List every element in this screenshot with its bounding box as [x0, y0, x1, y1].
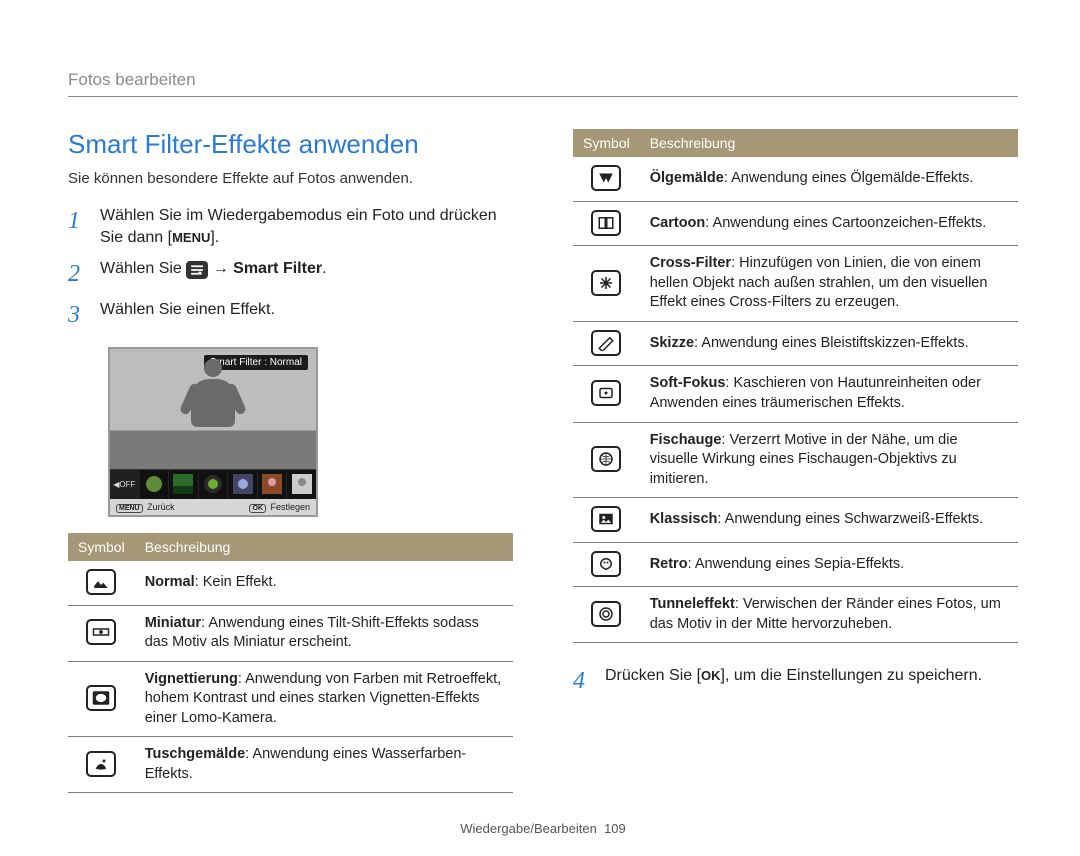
- step-number: 2: [68, 258, 86, 292]
- table-row: Tuschgemälde: Anwendung eines Wasserfarb…: [68, 737, 513, 793]
- filter-oilpainting-icon: [591, 165, 621, 191]
- step-list: 1 Wählen Sie im Wiedergabemodus ein Foto…: [68, 205, 513, 333]
- effects-table-left: Symbol Beschreibung Normal: Kein Effekt.…: [68, 533, 513, 794]
- filter-tunnel-icon: [591, 601, 621, 627]
- filter-sketch-icon: [591, 330, 621, 356]
- step-number: 4: [573, 665, 591, 699]
- filter-thumb[interactable]: [140, 470, 170, 499]
- menu-button-label: MENU: [172, 229, 210, 247]
- back-label[interactable]: Zurück: [147, 502, 175, 512]
- table-row: Retro: Anwendung eines Sepia-Effekts.: [573, 542, 1018, 587]
- edit-menu-icon: [186, 261, 208, 279]
- filter-thumb[interactable]: [199, 470, 229, 499]
- filter-crossfilter-icon: [591, 270, 621, 296]
- th-symbol: Symbol: [68, 533, 135, 561]
- step-3-text: Wählen Sie einen Effekt.: [100, 299, 513, 333]
- step-2-text: Wählen Sie → Smart Filter.: [100, 258, 513, 292]
- left-column: Smart Filter-Effekte anwenden Sie können…: [68, 129, 513, 793]
- step-list-right: 4 Drücken Sie [OK], um die Einstellungen…: [573, 665, 1018, 699]
- ok-button-label: OK: [701, 667, 721, 685]
- filter-inkpainting-icon: [86, 751, 116, 777]
- table-row: Ölgemälde: Anwendung eines Ölgemälde-Eff…: [573, 157, 1018, 201]
- filter-cartoon-icon: [591, 210, 621, 236]
- filter-softfocus-icon: [591, 380, 621, 406]
- step-number: 3: [68, 299, 86, 333]
- page-footer: Wiedergabe/Bearbeiten 109: [68, 821, 1018, 836]
- table-row: Skizze: Anwendung eines Bleistiftskizzen…: [573, 321, 1018, 366]
- step-1-text: Wählen Sie im Wiedergabemodus ein Foto u…: [100, 205, 513, 250]
- filter-thumb[interactable]: [228, 470, 258, 499]
- step-4-text: Drücken Sie [OK], um die Einstellungen z…: [605, 665, 1018, 699]
- th-desc: Beschreibung: [135, 533, 513, 561]
- ok-pill-icon: OK: [249, 504, 266, 513]
- breadcrumb: Fotos bearbeiten: [68, 70, 1018, 97]
- page-title: Smart Filter-Effekte anwenden: [68, 129, 513, 160]
- filter-retro-icon: [591, 551, 621, 577]
- filter-normal-icon: [86, 569, 116, 595]
- preview-bottom-bar: MENU Zurück OK Festlegen: [110, 499, 316, 515]
- filter-thumb[interactable]: [258, 470, 288, 499]
- table-row: Normal: Kein Effekt.: [68, 561, 513, 605]
- camera-preview: Smart Filter : Normal ◀OFF: [108, 347, 318, 517]
- filter-fisheye-icon: [591, 446, 621, 472]
- set-label[interactable]: Festlegen: [270, 502, 310, 512]
- filter-vignette-icon: [86, 685, 116, 711]
- filter-thumb[interactable]: [287, 470, 316, 499]
- menu-pill-icon: MENU: [116, 504, 143, 513]
- table-row: Tunneleffekt: Verwischen der Ränder eine…: [573, 587, 1018, 643]
- right-column: Symbol Beschreibung Ölgemälde: Anwendung…: [573, 129, 1018, 793]
- th-symbol: Symbol: [573, 129, 640, 157]
- effects-table-right: Symbol Beschreibung Ölgemälde: Anwendung…: [573, 129, 1018, 643]
- filter-thumbnail-strip: ◀OFF: [110, 469, 316, 499]
- filter-thumb-off[interactable]: ◀OFF: [110, 470, 140, 499]
- filter-classic-icon: [591, 506, 621, 532]
- table-row: Cross-Filter: Hinzufügen von Linien, die…: [573, 246, 1018, 322]
- silhouette-icon: [191, 359, 235, 427]
- th-desc: Beschreibung: [640, 129, 1018, 157]
- table-row: Klassisch: Anwendung eines Schwarzweiß-E…: [573, 498, 1018, 543]
- table-row: Miniatur: Anwendung eines Tilt-Shift-Eff…: [68, 605, 513, 661]
- intro-text: Sie können besondere Effekte auf Fotos a…: [68, 170, 513, 187]
- table-row: Fischauge: Verzerrt Motive in der Nähe, …: [573, 422, 1018, 498]
- table-row: Vignettierung: Anwendung von Farben mit …: [68, 661, 513, 737]
- filter-miniature-icon: [86, 619, 116, 645]
- step-number: 1: [68, 205, 86, 250]
- filter-thumb[interactable]: [169, 470, 199, 499]
- table-row: Soft-Fokus: Kaschieren von Hautunreinhei…: [573, 366, 1018, 422]
- table-row: Cartoon: Anwendung eines Cartoonzeichen-…: [573, 201, 1018, 246]
